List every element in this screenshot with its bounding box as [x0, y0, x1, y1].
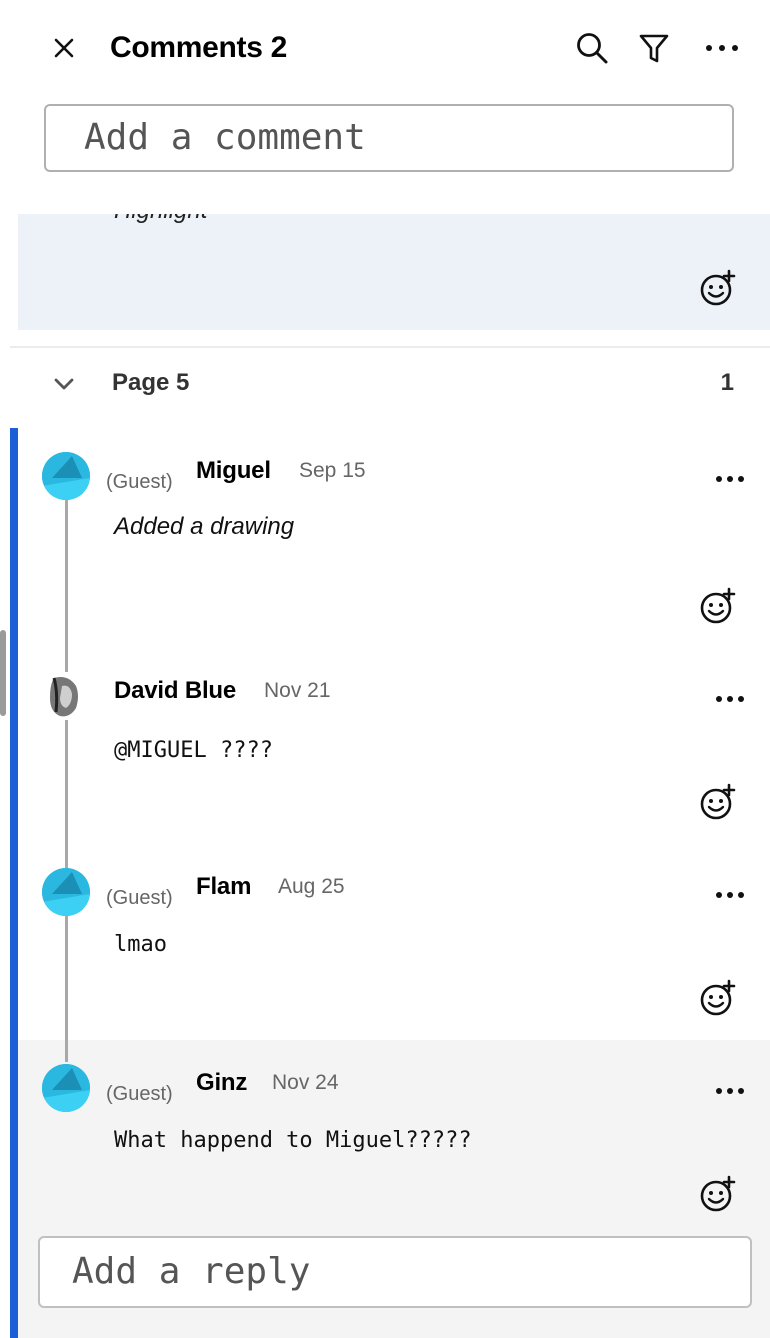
active-thread-bar — [10, 428, 18, 1338]
comment-item-selected[interactable]: (Guest) Ginz Nov 24 What happend to Migu… — [18, 1040, 770, 1230]
avatar — [42, 1064, 90, 1112]
add-reaction-icon[interactable] — [698, 586, 738, 626]
add-reply-input[interactable]: Add a reply — [38, 1236, 752, 1308]
comments-header: Comments 2 — [0, 0, 770, 96]
add-reaction-icon[interactable] — [698, 978, 738, 1018]
comment-date: Nov 21 — [264, 679, 331, 702]
avatar — [42, 868, 90, 916]
comment-more-icon[interactable] — [712, 684, 748, 714]
search-icon[interactable] — [572, 28, 612, 68]
add-reaction-icon[interactable] — [698, 782, 738, 822]
guest-label: (Guest) — [106, 887, 173, 909]
comment-date: Sep 15 — [299, 459, 366, 482]
comment-more-icon[interactable] — [712, 464, 748, 494]
comment-body: Added a drawing — [114, 513, 295, 540]
comment-author: Miguel — [196, 457, 271, 484]
add-reaction-icon[interactable] — [698, 268, 738, 308]
add-comment-input[interactable]: Add a comment — [44, 104, 734, 172]
previous-comment-card[interactable]: Highlight — [18, 214, 770, 330]
comment-body: @MIGUEL ???? — [114, 738, 273, 763]
comment-item[interactable]: (Guest) Flam Aug 25 lmao — [18, 844, 770, 1034]
comment-body: lmao — [114, 932, 167, 957]
comment-body: What happend to Miguel????? — [114, 1128, 472, 1153]
avatar — [42, 672, 90, 720]
comment-author: Flam — [196, 873, 252, 900]
avatar — [42, 452, 90, 500]
comment-date: Aug 25 — [278, 875, 345, 898]
previous-comment-text: Highlight — [114, 214, 207, 226]
close-icon[interactable] — [44, 28, 84, 68]
comment-date: Nov 24 — [272, 1071, 339, 1094]
scrollbar[interactable] — [0, 630, 6, 716]
comment-item[interactable]: David Blue Nov 21 @MIGUEL ???? — [18, 660, 770, 840]
comment-more-icon[interactable] — [712, 880, 748, 910]
comment-item[interactable]: (Guest) Miguel Sep 15 Added a drawing — [18, 428, 770, 632]
guest-label: (Guest) — [106, 1083, 173, 1105]
page-title: Comments 2 — [110, 31, 288, 64]
comment-more-icon[interactable] — [712, 1076, 748, 1106]
add-reaction-icon[interactable] — [698, 1174, 738, 1214]
filter-icon[interactable] — [634, 28, 674, 68]
comment-author: Ginz — [196, 1069, 248, 1096]
comment-author: David Blue — [114, 677, 237, 704]
divider — [10, 346, 770, 348]
chevron-down-icon[interactable] — [46, 366, 82, 402]
guest-label: (Guest) — [106, 471, 173, 493]
more-icon[interactable] — [702, 28, 742, 68]
page-group-label[interactable]: Page 5 — [112, 368, 189, 398]
page-group-count: 1 — [720, 369, 734, 396]
